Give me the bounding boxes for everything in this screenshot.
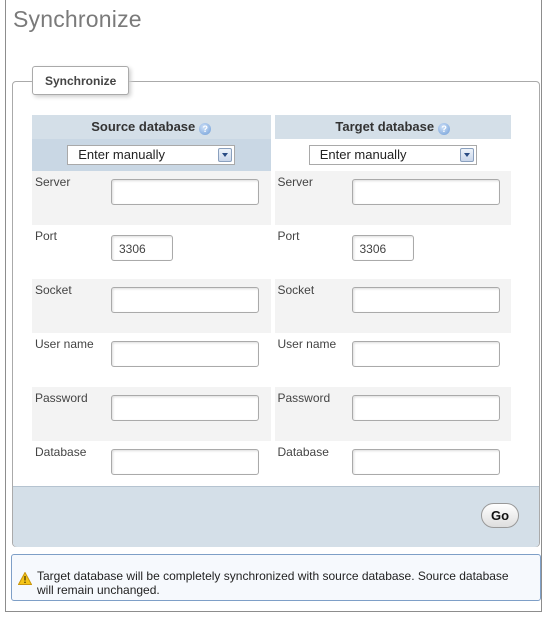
header-row: Source database? Target database? <box>32 115 511 139</box>
target-database-input[interactable] <box>351 449 500 475</box>
warning-icon <box>18 572 32 585</box>
username-row: User name User name <box>32 333 511 387</box>
notice-text: Target database will be completely synch… <box>37 569 509 597</box>
target-port-label: Port <box>274 225 352 279</box>
help-icon[interactable]: ? <box>438 123 451 135</box>
socket-row: Socket Socket <box>32 279 511 333</box>
target-server-input[interactable] <box>351 179 500 205</box>
source-server-label: Server <box>32 171 111 225</box>
source-select-value: Enter manually <box>78 147 165 162</box>
source-username-label: User name <box>32 333 111 387</box>
target-username-input[interactable] <box>351 341 500 367</box>
page-title: Synchronize <box>13 6 142 32</box>
source-socket-label: Socket <box>32 279 111 333</box>
source-server-input[interactable] <box>111 179 259 205</box>
form-footer <box>13 486 539 547</box>
source-database-input[interactable] <box>111 449 259 475</box>
source-port-input[interactable]: 3306 <box>111 235 173 261</box>
target-select[interactable]: Enter manually <box>308 145 477 165</box>
chevron-down-icon[interactable] <box>218 148 233 162</box>
go-button[interactable]: Go <box>481 503 519 528</box>
source-password-input[interactable] <box>111 395 259 421</box>
target-password-label: Password <box>274 387 352 441</box>
target-header: Target database? <box>274 115 511 139</box>
source-header: Source database? <box>32 115 271 139</box>
select-row: Enter manually Enter manually <box>32 139 511 171</box>
sync-table: Source database? Target database? Enter … <box>32 115 511 495</box>
source-username-input[interactable] <box>111 341 259 367</box>
target-port-input[interactable]: 3306 <box>351 235 414 261</box>
source-port-label: Port <box>32 225 111 279</box>
target-server-label: Server <box>274 171 352 225</box>
help-icon[interactable]: ? <box>199 123 212 135</box>
port-row: Port 3306 Port 3306 <box>32 225 511 279</box>
password-row: Password Password <box>32 387 511 441</box>
source-password-label: Password <box>32 387 111 441</box>
target-header-label: Target database <box>335 119 435 134</box>
target-select-value: Enter manually <box>319 147 407 162</box>
notice-box: Target database will be completely synch… <box>11 554 541 601</box>
source-socket-input[interactable] <box>111 287 259 313</box>
target-socket-input[interactable] <box>351 287 500 313</box>
source-header-label: Source database <box>91 119 196 134</box>
target-username-label: User name <box>274 333 352 387</box>
chevron-down-icon[interactable] <box>459 148 474 162</box>
fieldset-legend: Synchronize <box>32 66 130 95</box>
target-socket-label: Socket <box>274 279 352 333</box>
source-select[interactable]: Enter manually <box>67 145 236 165</box>
target-password-input[interactable] <box>351 395 500 421</box>
server-row: Server Server <box>32 171 511 225</box>
